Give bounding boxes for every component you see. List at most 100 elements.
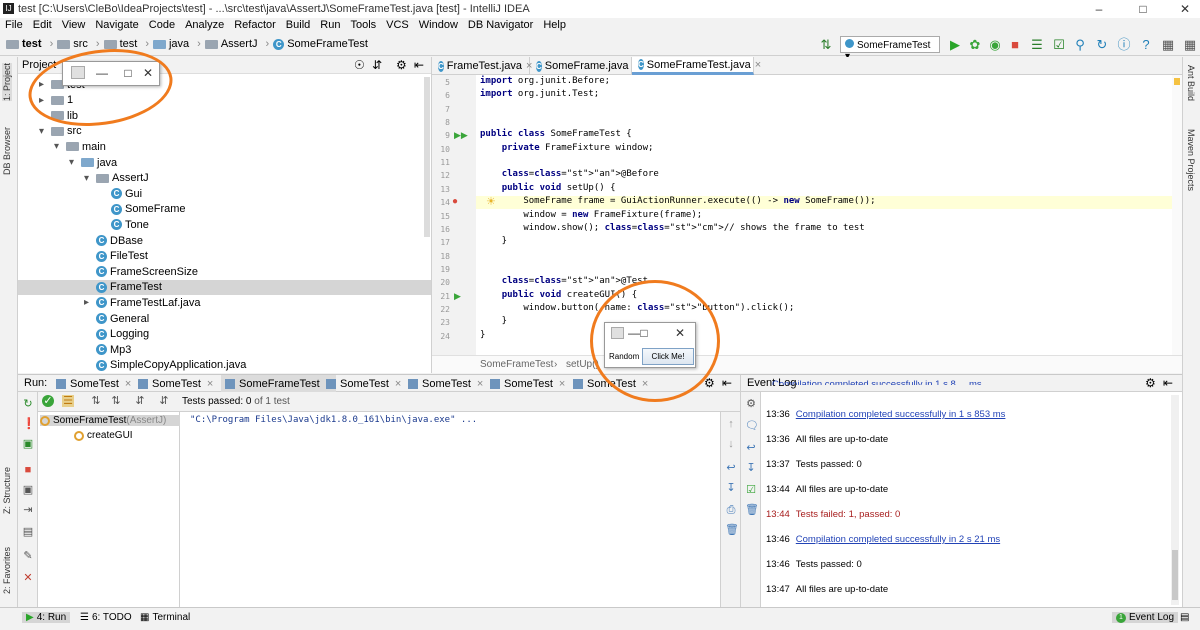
run-tool-button[interactable]: ▶ 4: Run (22, 612, 71, 623)
editor-tab-someframetest-java[interactable]: C SomeFrameTest.java × (632, 57, 761, 75)
event-log-scroll-thumb[interactable] (1172, 550, 1178, 600)
settings-icon[interactable]: ⚙ (745, 398, 757, 410)
tab-close-icon[interactable]: × (755, 59, 761, 71)
build-sort-icon[interactable]: ⇅ (818, 37, 834, 53)
rerun-failed-icon[interactable]: ❗ (22, 418, 36, 430)
coverage-icon[interactable]: ◉ (987, 37, 1003, 53)
editor-tab-frametest-java[interactable]: C FrameTest.java × (432, 57, 532, 75)
clear-icon[interactable]: 🗑 (745, 504, 759, 516)
run-tab-close-icon[interactable]: × (477, 378, 483, 390)
project-scrollbar[interactable] (424, 77, 430, 237)
menu-item-navigate[interactable]: Navigate (90, 18, 143, 32)
run-tab-sometest[interactable]: SomeTest × (56, 375, 131, 392)
code-area[interactable]: 5 import org.junit.Before; 6 import org.jun… (432, 75, 1172, 355)
event-log-link[interactable]: Compilation completed successfully in 1 … (796, 409, 1006, 420)
menu-item-db-navigator[interactable]: DB Navigator (463, 18, 538, 32)
tree-item-java[interactable]: ▾ java (69, 155, 117, 170)
collapse-all-icon[interactable]: ⇵ (158, 395, 170, 407)
exit-icon[interactable]: ⇥ (22, 504, 34, 516)
menu-item-code[interactable]: Code (144, 18, 180, 32)
tree-item-general[interactable]: C General (84, 311, 149, 326)
pin-icon[interactable]: ✎ (22, 550, 34, 562)
maximize-button[interactable]: □ (1128, 1, 1158, 17)
close-button[interactable]: ✕ (1170, 1, 1200, 17)
tree-item-main[interactable]: ▾ main (54, 139, 106, 154)
tree-item-framescreensize[interactable]: C FrameScreenSize (84, 264, 198, 279)
search-icon[interactable]: ⚲ (1072, 37, 1088, 53)
stop-run-icon[interactable]: ■ (22, 464, 34, 476)
breadcrumb-item-src[interactable]: src (57, 38, 88, 50)
run-tab-sometest[interactable]: SomeTest × (138, 375, 213, 392)
tree-expand-icon[interactable]: ▾ (39, 126, 51, 137)
stop-icon[interactable]: ■ (1007, 37, 1023, 53)
tree-item-logging[interactable]: C Logging (84, 327, 149, 342)
run-tab-close-icon[interactable]: × (395, 378, 401, 390)
close-run-icon[interactable]: ✕ (22, 572, 34, 584)
down-icon[interactable]: ↓ (725, 438, 737, 450)
run-tab-sometest[interactable]: SomeTest × (408, 375, 483, 392)
event-log-link[interactable]: Compilation completed successfully in 2 … (796, 534, 1000, 545)
menu-item-refactor[interactable]: Refactor (229, 18, 281, 32)
run-tab-sometest[interactable]: SomeTest × (326, 375, 401, 392)
sort-duration-icon[interactable]: ⇅ (110, 395, 122, 407)
event-gear-icon[interactable]: ⚙ (1145, 376, 1156, 390)
show-passed-icon[interactable]: ✓ (42, 395, 54, 407)
event-log-tool-button[interactable]: 1 Event Log (1112, 612, 1179, 623)
layout-icon[interactable]: ▤ (22, 526, 34, 538)
menu-item-help[interactable]: Help (538, 18, 571, 32)
run-tab-close-icon[interactable]: × (559, 378, 565, 390)
menu-item-analyze[interactable]: Analyze (180, 18, 229, 32)
settings-icon[interactable]: ▦ (1182, 37, 1198, 53)
structure-icon[interactable]: ☰ (1029, 37, 1045, 53)
editor-crumb-class[interactable]: SomeFrameTest (480, 359, 553, 370)
run-hide-icon[interactable]: ⇤ (722, 376, 732, 390)
tree-item-tone[interactable]: C Tone (99, 217, 149, 232)
run-icon[interactable]: ▶ (947, 37, 963, 53)
run-tab-close-icon[interactable]: × (207, 378, 213, 390)
db-browser-tool-tab[interactable]: DB Browser (2, 127, 12, 175)
up-icon[interactable]: ↑ (725, 418, 737, 430)
warning-marker[interactable] (1174, 78, 1180, 85)
debug-icon[interactable]: ✿ (967, 37, 983, 53)
tree-item-someframe[interactable]: C SomeFrame (99, 202, 186, 217)
help-icon[interactable]: ? (1138, 37, 1154, 53)
hide-icon[interactable]: ⇤ (414, 58, 424, 72)
tree-expand-icon[interactable]: ▸ (84, 297, 96, 308)
tree-expand-icon[interactable]: ▾ (54, 141, 66, 152)
commit-icon[interactable]: ☑ (1051, 37, 1067, 53)
expand-all-icon[interactable]: ⇵ (134, 395, 146, 407)
menu-item-build[interactable]: Build (281, 18, 315, 32)
wrap-icon[interactable]: ↩ (745, 442, 757, 454)
run-tab-someframetest[interactable]: SomeFrameTest× (221, 375, 337, 392)
gear-icon[interactable]: ⚙ (396, 58, 407, 72)
rerun-icon[interactable]: ↻ (22, 398, 34, 410)
tree-item-filetest[interactable]: C FileTest (84, 249, 148, 264)
tree-item-frametest[interactable]: C FrameTest (84, 280, 162, 295)
scroll-end-icon[interactable]: ↧ (745, 462, 757, 474)
tree-item-dbase[interactable]: C DBase (84, 233, 143, 248)
ant-build-tool-tab[interactable]: Ant Build (1186, 65, 1196, 101)
tree-item-mp3[interactable]: C Mp3 (84, 342, 131, 357)
collapse-icon[interactable]: ⇵ (372, 58, 382, 72)
lightbulb-icon[interactable]: ☀ (486, 195, 496, 208)
menu-item-tools[interactable]: Tools (345, 18, 381, 32)
terminal-tool-button[interactable]: ▦ Terminal (140, 612, 190, 623)
tree-item-frametestlaf-java[interactable]: ▸ C FrameTestLaf.java (84, 295, 200, 310)
show-ignored-icon[interactable]: ☰ (62, 395, 74, 407)
run-tab-close-icon[interactable]: × (125, 378, 131, 390)
sort-alpha-icon[interactable]: ⇅ (90, 395, 102, 407)
refresh-icon[interactable]: ↻ (1094, 37, 1110, 53)
favorites-tool-tab[interactable]: 2: Favorites (2, 547, 12, 594)
memory-icon[interactable]: ▤ (1180, 612, 1189, 623)
tree-item-src[interactable]: ▾ src (39, 124, 82, 139)
tree-item-simplecopyapplication-java[interactable]: C SimpleCopyApplication.java (84, 358, 246, 373)
balloon-icon[interactable]: 🗨 (745, 420, 759, 432)
event-hide-icon[interactable]: ⇤ (1163, 376, 1173, 390)
todo-tool-button[interactable]: ☰ 6: TODO (80, 612, 132, 623)
menu-item-vcs[interactable]: VCS (381, 18, 414, 32)
breadcrumb-item-assertj[interactable]: AssertJ (204, 38, 258, 50)
wrap-icon[interactable]: ↩ (725, 462, 737, 474)
print-icon[interactable]: ⎙ (725, 504, 737, 516)
run-gutter-icon[interactable]: ▶ (454, 291, 461, 302)
target-icon[interactable]: ☉ (354, 58, 365, 72)
